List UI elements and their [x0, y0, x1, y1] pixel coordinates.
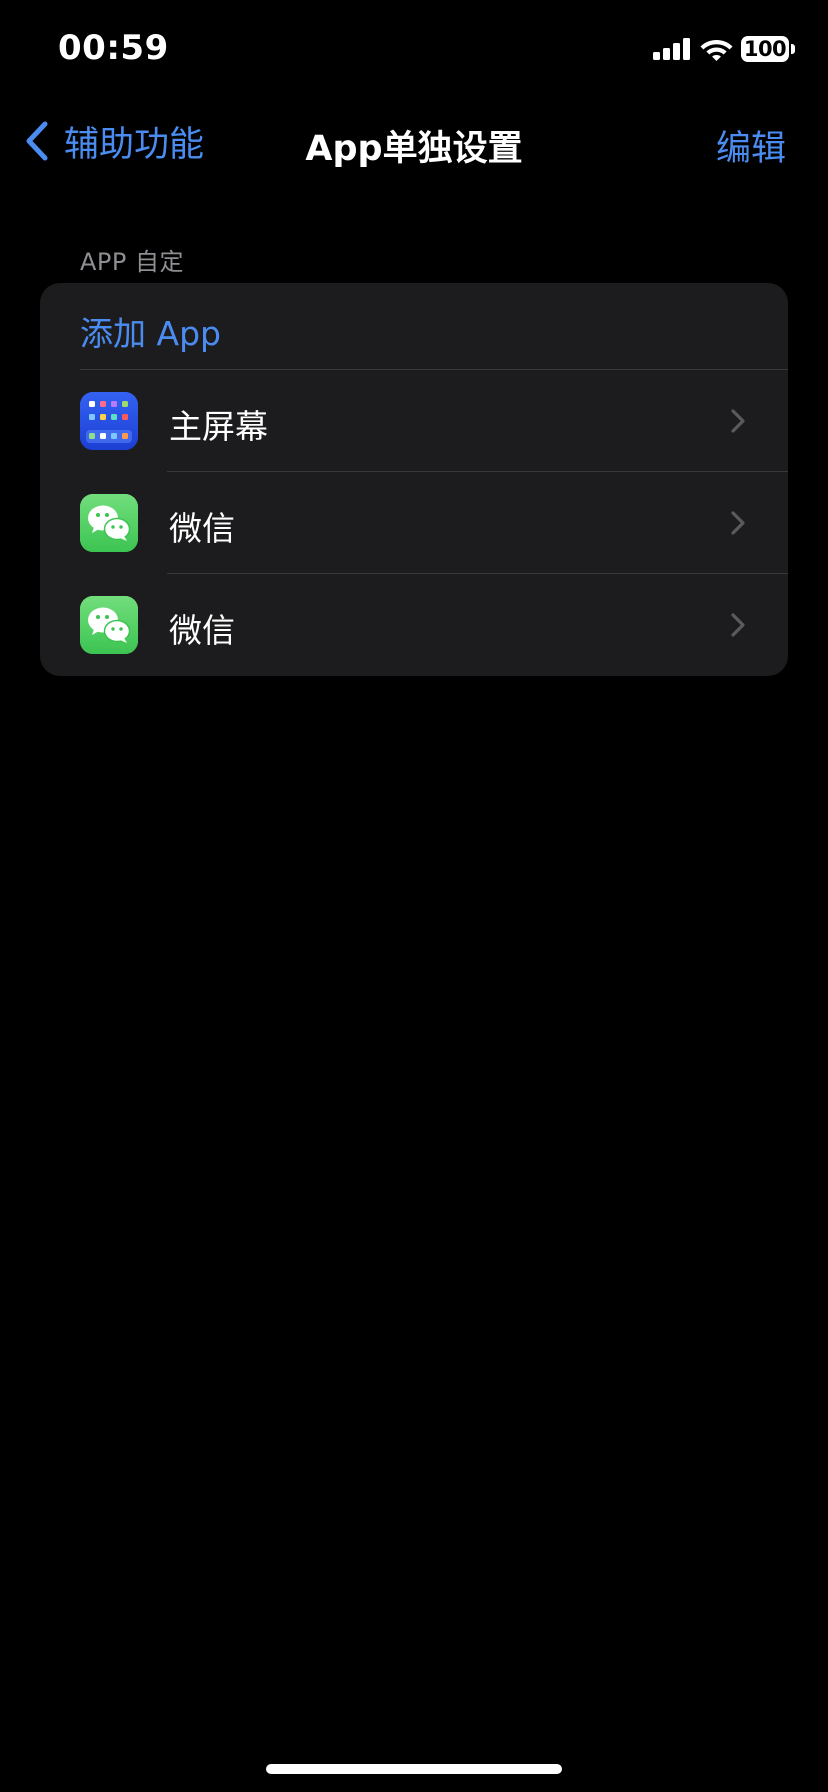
list-item-label: 微信 [169, 509, 235, 548]
battery-indicator: 100 [741, 36, 795, 62]
list-item-home-screen[interactable]: 主屏幕 [40, 370, 788, 472]
list-item-wechat[interactable]: 微信 [40, 472, 788, 574]
battery-tip [791, 44, 795, 54]
wifi-icon [700, 40, 733, 61]
cellular-signal-icon [653, 38, 690, 60]
section-header: APP 自定 [80, 248, 184, 276]
chevron-right-icon [731, 409, 745, 433]
add-app-label: 添加 App [80, 314, 221, 353]
page-title: App单独设置 [305, 129, 523, 169]
back-button[interactable]: 辅助功能 [24, 118, 205, 165]
list-item-label: 微信 [169, 611, 235, 650]
home-indicator[interactable] [266, 1764, 562, 1774]
chevron-right-icon [731, 613, 745, 637]
chevron-right-icon [731, 511, 745, 535]
status-time: 00:59 [58, 28, 169, 68]
list-item-label: 主屏幕 [169, 407, 268, 446]
edit-button[interactable]: 编辑 [716, 120, 786, 171]
app-list-card: 添加 App 主屏幕 微信 微信 [40, 283, 788, 676]
battery-level: 100 [741, 36, 789, 62]
list-item-wechat[interactable]: 微信 [40, 574, 788, 676]
wechat-icon [80, 596, 138, 654]
wechat-icon [80, 494, 138, 552]
chevron-left-icon [26, 121, 48, 161]
navigation-bar: 辅助功能 App单独设置 编辑 [0, 100, 828, 182]
add-app-button[interactable]: 添加 App [40, 283, 788, 370]
status-bar: 00:59 100 [0, 0, 828, 100]
home-screen-icon [80, 392, 138, 450]
back-button-label: 辅助功能 [64, 124, 205, 165]
